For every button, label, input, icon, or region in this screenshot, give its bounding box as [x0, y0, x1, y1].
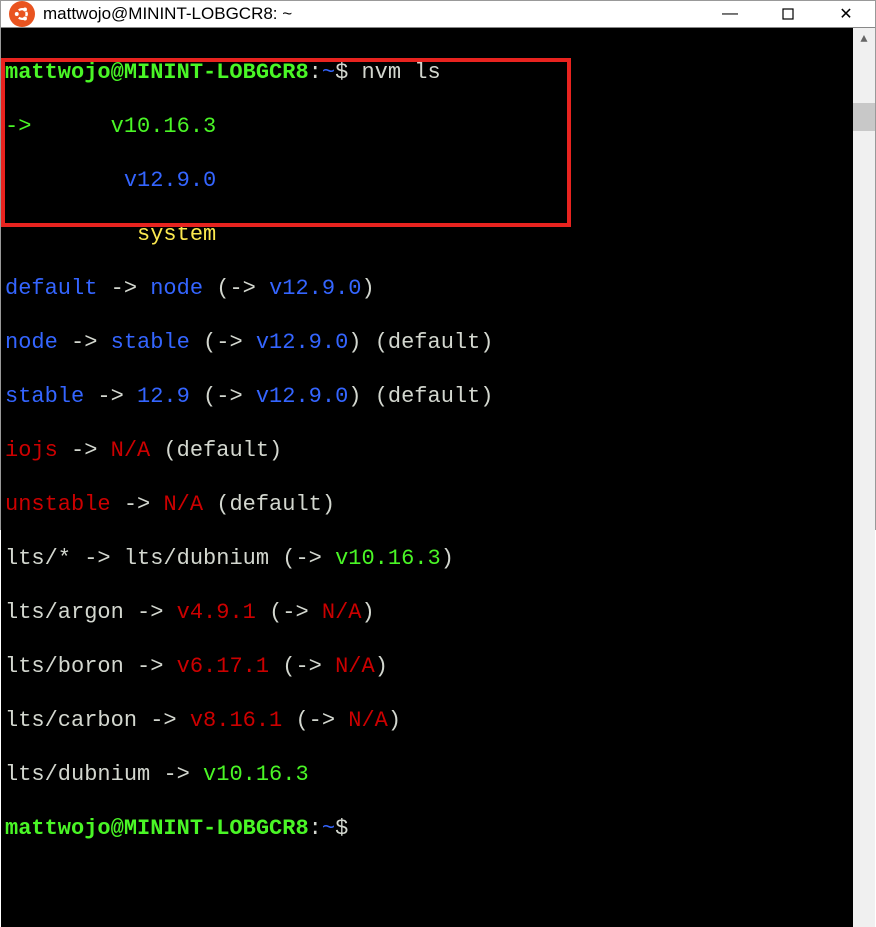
terminal-window: mattwojo@MININT-LOBGCR8: ~ — ✕ mattwojo@… [0, 0, 876, 530]
scroll-up-icon[interactable]: ▲ [853, 28, 875, 50]
output-line: unstable -> N/A (default) [5, 491, 849, 518]
prompt-user: mattwojo@MININT-LOBGCR8 [5, 60, 309, 85]
output-line: lts/carbon -> v8.16.1 (-> N/A) [5, 707, 849, 734]
alias: lts/carbon [5, 708, 137, 733]
close-button[interactable]: ✕ [817, 1, 875, 27]
prompt-path: ~ [322, 60, 335, 85]
output-line: lts/argon -> v4.9.1 (-> N/A) [5, 599, 849, 626]
output-line: v12.9.0 [5, 167, 849, 194]
terminal-content[interactable]: mattwojo@MININT-LOBGCR8:~$ nvm ls -> v10… [1, 28, 853, 927]
output-line: lts/dubnium -> v10.16.3 [5, 761, 849, 788]
output-line: node -> stable (-> v12.9.0) (default) [5, 329, 849, 356]
version: v12.9.0 [124, 168, 216, 193]
prompt-user: mattwojo@MININT-LOBGCR8 [5, 816, 309, 841]
prompt-sep: : [309, 60, 322, 85]
window-title: mattwojo@MININT-LOBGCR8: ~ [43, 4, 701, 24]
minimize-button[interactable]: — [701, 1, 759, 27]
output-line: lts/* -> lts/dubnium (-> v10.16.3) [5, 545, 849, 572]
output-line: -> v10.16.3 [5, 113, 849, 140]
alias: default [5, 276, 97, 301]
window-controls: — ✕ [701, 1, 875, 27]
alias: lts/argon [5, 600, 124, 625]
output-line: default -> node (-> v12.9.0) [5, 275, 849, 302]
alias: unstable [5, 492, 111, 517]
system-label: system [137, 222, 216, 247]
titlebar[interactable]: mattwojo@MININT-LOBGCR8: ~ — ✕ [1, 1, 875, 28]
scroll-thumb[interactable] [853, 103, 875, 131]
prompt-line: mattwojo@MININT-LOBGCR8:~$ nvm ls [5, 59, 849, 86]
prompt-line: mattwojo@MININT-LOBGCR8:~$ [5, 815, 849, 842]
output-line: lts/boron -> v6.17.1 (-> N/A) [5, 653, 849, 680]
alias: lts/dubnium [5, 762, 150, 787]
output-line: system [5, 221, 849, 248]
alias: lts/boron [5, 654, 124, 679]
current-arrow: -> [5, 114, 31, 139]
output-line: stable -> 12.9 (-> v12.9.0) (default) [5, 383, 849, 410]
current-version: v10.16.3 [111, 114, 217, 139]
terminal-area: mattwojo@MININT-LOBGCR8:~$ nvm ls -> v10… [1, 28, 875, 927]
alias: node [5, 330, 58, 355]
prompt-dollar: $ [335, 60, 348, 85]
output-line: iojs -> N/A (default) [5, 437, 849, 464]
alias: stable [5, 384, 84, 409]
ubuntu-icon [9, 1, 35, 27]
scrollbar[interactable]: ▲ [853, 28, 875, 927]
maximize-button[interactable] [759, 1, 817, 27]
alias: iojs [5, 438, 58, 463]
alias: lts/* [5, 546, 71, 571]
command-text: nvm ls [361, 60, 440, 85]
